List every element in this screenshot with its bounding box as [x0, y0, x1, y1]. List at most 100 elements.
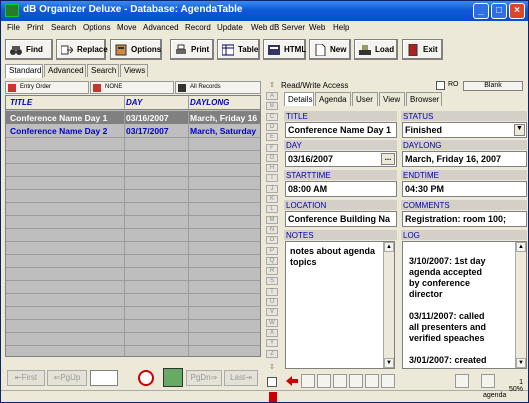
menu-move[interactable]: Move	[117, 23, 137, 32]
letter-index-x[interactable]: X	[266, 328, 278, 337]
menu-record[interactable]: Record	[185, 23, 211, 32]
table-button[interactable]: Table	[217, 39, 260, 60]
letter-index-p[interactable]: P	[266, 246, 278, 255]
tab-details[interactable]: Details	[284, 92, 314, 106]
print-record-icon[interactable]	[301, 374, 315, 388]
records-button[interactable]: All Records	[175, 81, 261, 94]
copy-icon[interactable]	[365, 374, 379, 388]
letter-index-u[interactable]: U	[266, 298, 278, 306]
back-arrow-icon[interactable]	[285, 374, 299, 388]
menu-print[interactable]: Print	[27, 23, 43, 32]
menu-help[interactable]: Help	[333, 23, 349, 32]
letter-index-k[interactable]: K	[266, 195, 278, 203]
tab-user[interactable]: User	[352, 92, 378, 106]
tab-advanced[interactable]: Advanced	[44, 64, 86, 77]
exit-button[interactable]: Exit	[402, 39, 443, 60]
report-icon[interactable]	[455, 374, 469, 388]
pgdn-button[interactable]: PgDn⇒	[186, 370, 222, 386]
menu-web-db-server[interactable]: Web dB Server	[251, 23, 305, 32]
scroll-down-icon[interactable]: ▼	[516, 358, 526, 368]
date-picker-icon[interactable]: ...	[381, 153, 395, 165]
letter-index-h[interactable]: H	[266, 164, 278, 173]
filter-button[interactable]: NONE	[90, 81, 174, 94]
title-field[interactable]: Conference Name Day 1	[285, 122, 397, 138]
print-button[interactable]: Print	[170, 39, 214, 60]
record-number-input[interactable]	[90, 370, 118, 386]
menu-file[interactable]: File	[7, 23, 20, 32]
title-bar[interactable]: dB Organizer Deluxe - Database: AgendaTa…	[1, 1, 528, 21]
lightbulb-icon[interactable]	[381, 374, 395, 388]
scroll-up-icon[interactable]: ▲	[384, 242, 394, 252]
column-header-title[interactable]: TITLE	[10, 98, 32, 107]
letter-index-l[interactable]: L	[266, 205, 278, 214]
html-button[interactable]: HTML	[263, 39, 306, 60]
edit-icon[interactable]	[349, 374, 363, 388]
find-button[interactable]: Find	[5, 39, 53, 60]
menu-advanced[interactable]: Advanced	[143, 23, 179, 32]
tab-views[interactable]: Views	[120, 64, 148, 77]
day-field[interactable]: 03/16/2007 ...	[285, 151, 397, 167]
daylong-field[interactable]: March, Friday 16, 2007	[402, 151, 527, 167]
letter-index-e[interactable]: E	[266, 133, 278, 142]
letter-index-t[interactable]: T	[266, 287, 278, 296]
letter-index-o[interactable]: O	[266, 236, 278, 245]
delete-icon[interactable]	[317, 374, 331, 388]
tab-view[interactable]: View	[379, 92, 405, 106]
letter-index-w[interactable]: W	[266, 318, 278, 327]
ro-checkbox[interactable]	[436, 81, 445, 90]
table-row[interactable]: Conference Name Day 2 03/17/2007 March, …	[6, 124, 260, 137]
options-button[interactable]: Options	[110, 39, 162, 60]
letter-index-q[interactable]: Q	[266, 256, 278, 265]
letter-index-r[interactable]: R	[266, 267, 278, 276]
letter-index-i[interactable]: I	[266, 174, 278, 183]
alpha-up-icon[interactable]: ⇧	[265, 81, 279, 91]
starttime-field[interactable]: 08:00 AM	[285, 181, 397, 197]
column-header-daylong[interactable]: DAYLONG	[190, 98, 229, 107]
status-select[interactable]: Finished ▼	[402, 122, 527, 138]
log-scrollbar[interactable]: ▲ ▼	[515, 242, 526, 368]
sort-order-button[interactable]: Entry Order	[5, 81, 89, 94]
letter-index-f[interactable]: F	[266, 143, 278, 152]
alpha-checkbox[interactable]	[267, 377, 277, 387]
letter-index-n[interactable]: N	[266, 225, 278, 234]
alpha-down-icon[interactable]: ⇩	[265, 363, 279, 373]
letter-index-s[interactable]: S	[266, 277, 278, 286]
last-button[interactable]: Last⇥	[224, 370, 258, 386]
maximize-button[interactable]: □	[491, 3, 507, 19]
notes-memo[interactable]: notes about agenda topics ▲ ▼	[285, 241, 395, 369]
menu-web[interactable]: Web	[309, 23, 325, 32]
replace-button[interactable]: Replace	[56, 39, 108, 60]
tab-standard[interactable]: Standard	[5, 64, 43, 78]
letter-index-m[interactable]: M	[266, 215, 278, 224]
chevron-down-icon[interactable]: ▼	[514, 124, 525, 136]
letter-index-b[interactable]: B	[266, 102, 278, 111]
location-field[interactable]: Conference Building Na	[285, 211, 397, 227]
minimize-button[interactable]: _	[473, 3, 489, 19]
menu-search[interactable]: Search	[51, 23, 76, 32]
log-memo[interactable]: 3/10/2007: 1st day agenda accepted by co…	[402, 241, 527, 369]
scroll-down-icon[interactable]: ▼	[384, 358, 394, 368]
comments-field[interactable]: Registration: room 100;	[402, 211, 527, 227]
tab-agenda[interactable]: Agenda	[315, 92, 351, 106]
refresh-icon[interactable]	[138, 370, 154, 386]
scroll-up-icon[interactable]: ▲	[516, 242, 526, 252]
letter-index-y[interactable]: Y	[266, 339, 278, 348]
letter-index-a[interactable]: A	[266, 92, 278, 100]
new-button[interactable]: New	[309, 39, 351, 60]
pgup-button[interactable]: ⇐PgUp	[47, 370, 87, 386]
tab-search[interactable]: Search	[87, 64, 119, 77]
letter-index-g[interactable]: G	[266, 153, 278, 162]
endtime-field[interactable]: 04:30 PM	[402, 181, 527, 197]
undo-icon[interactable]	[333, 374, 347, 388]
color-palette-icon[interactable]	[163, 368, 183, 387]
letter-index-d[interactable]: D	[266, 122, 278, 131]
camera-icon[interactable]	[481, 374, 495, 388]
tab-browser[interactable]: Browser	[406, 92, 442, 106]
column-header-day[interactable]: DAY	[126, 98, 142, 107]
table-row[interactable]: Conference Name Day 1 03/16/2007 March, …	[6, 111, 260, 124]
load-button[interactable]: Load	[354, 39, 398, 60]
notes-scrollbar[interactable]: ▲ ▼	[383, 242, 394, 368]
letter-index-c[interactable]: C	[266, 112, 278, 121]
blank-button[interactable]: Blank	[463, 81, 523, 91]
letter-index-j[interactable]: J	[266, 184, 278, 193]
